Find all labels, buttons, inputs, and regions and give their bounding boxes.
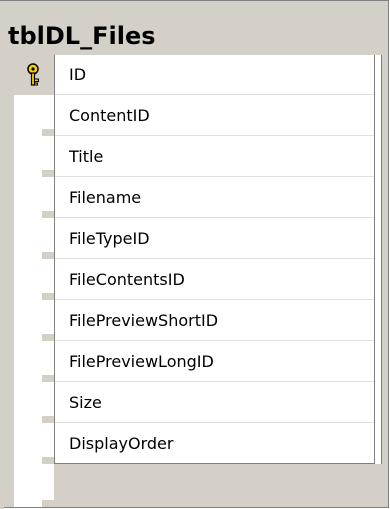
row-selector[interactable] (14, 55, 54, 95)
column-row-id[interactable]: ID (14, 55, 377, 95)
column-row[interactable]: DisplayOrder (14, 424, 377, 464)
column-name: FilePreviewShortID (69, 311, 219, 330)
row-marker (42, 375, 54, 382)
row-selector[interactable] (14, 178, 54, 218)
column-grid: ID ContentID Title Filename FileTypeID F… (14, 55, 383, 507)
column-name: ID (69, 65, 87, 84)
column-row[interactable]: FileContentsID (14, 260, 377, 300)
column-row[interactable]: FileTypeID (14, 219, 377, 259)
row-selector[interactable] (14, 342, 54, 382)
column-name: FilePreviewLongID (69, 352, 214, 371)
key-icon (27, 63, 39, 86)
table-title: tblDL_Files (8, 22, 156, 50)
row-marker (42, 416, 54, 423)
column-name: ContentID (69, 106, 150, 125)
row-divider (55, 176, 377, 177)
column-row[interactable]: FilePreviewLongID (14, 342, 377, 382)
row-divider (55, 94, 377, 95)
column-name: FileTypeID (69, 229, 150, 248)
row-marker (42, 170, 54, 177)
row-marker (42, 334, 54, 341)
row-marker (42, 129, 54, 136)
row-divider (55, 422, 377, 423)
row-selector[interactable] (14, 424, 54, 464)
column-name: Filename (69, 188, 142, 207)
empty-row[interactable] (14, 465, 377, 507)
column-name: Title (69, 147, 104, 166)
column-name: FileContentsID (69, 270, 185, 289)
column-name: Size (69, 393, 102, 412)
row-marker (42, 293, 54, 300)
row-selector[interactable] (14, 137, 54, 177)
column-row[interactable]: Size (14, 383, 377, 423)
row-selector[interactable] (14, 465, 54, 507)
row-selector[interactable] (14, 383, 54, 423)
table-diagram[interactable]: tblDL_Files ID ContentID Title Filename … (0, 0, 389, 509)
column-row[interactable]: ContentID (14, 96, 377, 136)
column-name: DisplayOrder (69, 434, 174, 453)
scrollbar-track[interactable] (374, 55, 382, 464)
left-rail (0, 1, 4, 509)
column-row[interactable]: Filename (14, 178, 377, 218)
column-row[interactable]: FilePreviewShortID (14, 301, 377, 341)
row-marker (42, 457, 54, 464)
row-marker (42, 211, 54, 218)
row-selector[interactable] (14, 260, 54, 300)
column-row[interactable]: Title (14, 137, 377, 177)
row-selector[interactable] (14, 96, 54, 136)
row-marker (42, 252, 54, 259)
row-selector[interactable] (14, 301, 54, 341)
row-selector[interactable] (14, 219, 54, 259)
row-marker (42, 500, 54, 507)
